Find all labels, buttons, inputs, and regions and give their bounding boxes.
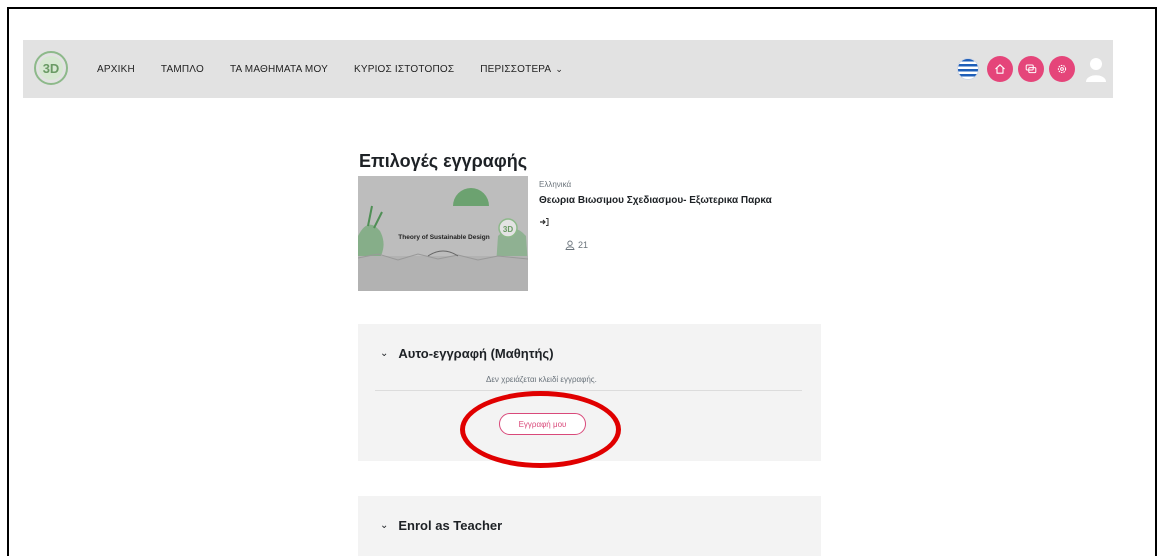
nav-item-my-courses[interactable]: ΤΑ ΜΑΘΗΜΑΤΑ ΜΟΥ	[230, 64, 328, 75]
nav-item-more-label: ΠΕΡΙΣΣΟΤΕΡΑ	[480, 63, 552, 75]
nav-item-more[interactable]: ΠΕΡΙΣΣΟΤΕΡΑ ⌄	[480, 64, 563, 75]
home-button[interactable]	[987, 56, 1013, 82]
nav-item-main-site[interactable]: ΚΥΡΙΟΣ ΙΣΤΟΤΟΠΟΣ	[354, 64, 454, 75]
enrolment-panel-teacher-title: Enrol as Teacher	[398, 518, 503, 533]
enrol-me-button[interactable]: Εγγραφή μου	[499, 413, 586, 435]
chevron-down-icon: ⌄	[555, 63, 564, 74]
chevron-down-icon: ⌄	[380, 348, 389, 359]
enrolment-panel-teacher: ⌄ Enrol as Teacher	[358, 496, 821, 556]
divider	[375, 390, 802, 391]
participants-count: 21	[565, 240, 588, 250]
page-title: Επιλογές εγγραφής	[359, 151, 528, 171]
enrolment-panel-self-title: Αυτο-εγγραφή (Μαθητής)	[398, 346, 554, 361]
nav-item-home[interactable]: ΑΡΧΙΚΗ	[97, 64, 135, 75]
settings-icon	[1057, 64, 1067, 74]
screenshot-frame: 3D ΑΡΧΙΚΗ ΤΑΜΠΛΟ ΤΑ ΜΑΘΗΜΑΤΑ ΜΟΥ ΚΥΡΙΟΣ …	[7, 7, 1157, 556]
course-image-logo: 3D	[503, 225, 513, 234]
course-image[interactable]: 3D Theory of Sustainable Design	[358, 176, 528, 291]
user-icon	[565, 240, 575, 250]
enrolment-key-note: Δεν χρειάζεται κλειδί εγγραφής.	[486, 375, 597, 384]
course-name[interactable]: Θεωρια Βιωσιμου Σχεδιασμου- Εξωτερικα Πα…	[539, 195, 772, 206]
nav-item-dashboard[interactable]: ΤΑΜΠΛΟ	[161, 64, 204, 75]
home-icon	[995, 64, 1005, 74]
enrolment-panel-teacher-header[interactable]: ⌄ Enrol as Teacher	[380, 518, 502, 533]
settings-button[interactable]	[1049, 56, 1075, 82]
site-logo[interactable]: 3D	[33, 50, 69, 86]
participants-value: 21	[578, 240, 589, 250]
top-navbar: 3D ΑΡΧΙΚΗ ΤΑΜΠΛΟ ΤΑ ΜΑΘΗΜΑΤΑ ΜΟΥ ΚΥΡΙΟΣ …	[23, 40, 1113, 98]
enrolment-panel-self: ⌄ Αυτο-εγγραφή (Μαθητής) Δεν χρειάζεται …	[358, 324, 821, 461]
messages-button[interactable]	[1018, 56, 1044, 82]
user-avatar-icon[interactable]	[1083, 56, 1109, 82]
self-enrol-icon	[539, 214, 549, 226]
chevron-down-icon: ⌄	[380, 520, 389, 531]
course-language: Ελληνικά	[539, 180, 572, 189]
messages-icon	[1025, 64, 1037, 74]
logo-text: 3D	[43, 61, 60, 76]
greek-flag-icon[interactable]	[957, 58, 979, 80]
enrolment-panel-self-header[interactable]: ⌄ Αυτο-εγγραφή (Μαθητής)	[380, 346, 554, 361]
course-image-text: Theory of Sustainable Design	[398, 234, 489, 241]
